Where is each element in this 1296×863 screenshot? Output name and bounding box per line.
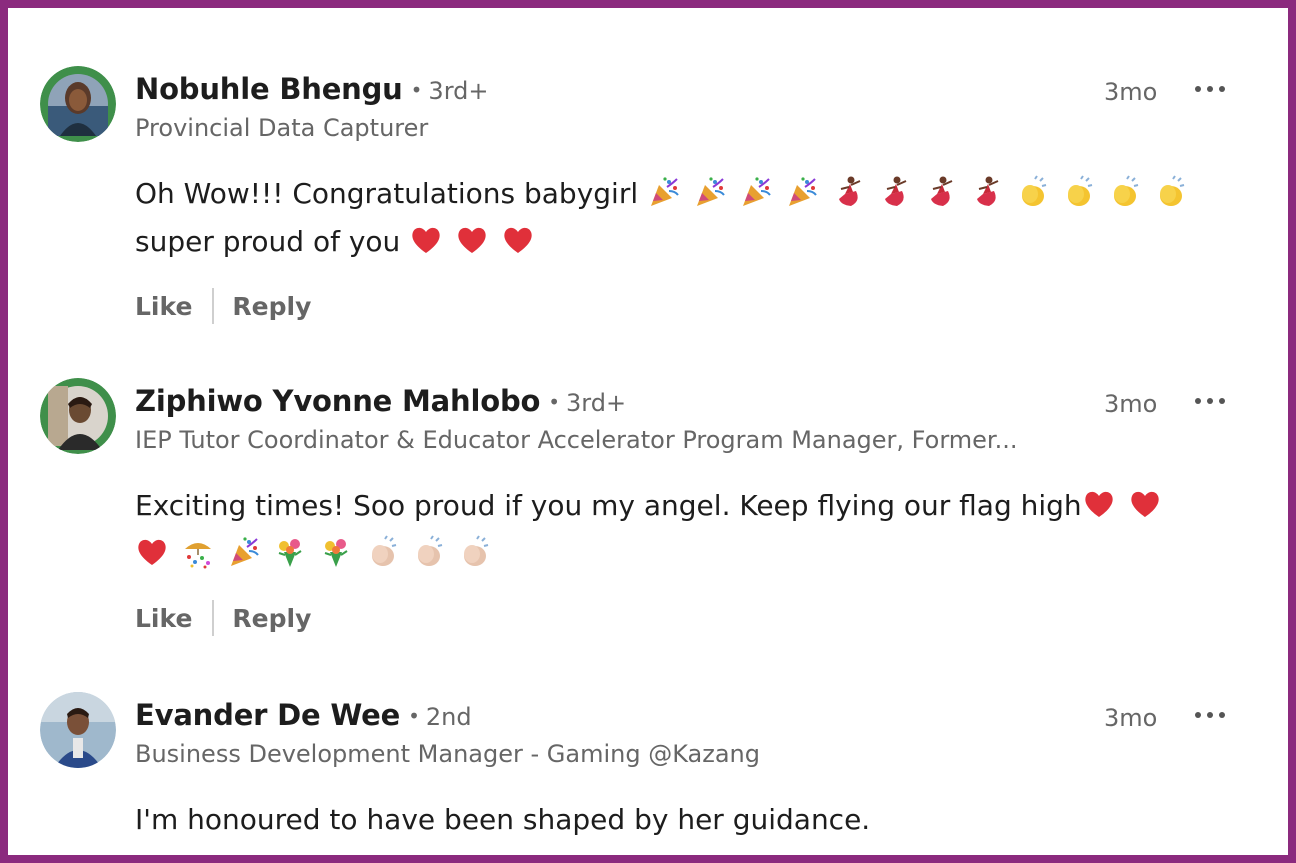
more-options-icon[interactable] [1191, 386, 1229, 416]
bouquet-icon [273, 535, 310, 569]
comment-timestamp: 3mo [1104, 390, 1158, 418]
connection-degree: • 3rd+ [548, 389, 627, 417]
commenter-headline: Business Development Manager - Gaming @K… [135, 740, 760, 768]
connection-degree: • 2nd [408, 703, 472, 731]
avatar[interactable] [40, 378, 116, 454]
clap-light-icon [411, 535, 448, 569]
bouquet-icon [319, 535, 356, 569]
heart-icon [135, 535, 172, 569]
comment-text: I'm honoured to have been shaped by her … [135, 803, 871, 836]
heart-icon [1128, 487, 1165, 521]
commenter-headline: IEP Tutor Coordinator & Educator Acceler… [135, 426, 1018, 454]
clap-light-icon [365, 535, 402, 569]
heart-icon [1082, 487, 1119, 521]
comment-timestamp: 3mo [1104, 78, 1158, 106]
clap-icon [1015, 175, 1052, 209]
party-popper-icon [739, 175, 776, 209]
comment-text: Exciting times! Soo proud if you my ange… [135, 482, 1225, 578]
commenter-name[interactable]: Nobuhle Bhengu [135, 72, 403, 106]
dancer-icon [831, 175, 868, 209]
comment-timestamp: 3mo [1104, 704, 1158, 732]
confetti-ball-icon [181, 535, 218, 569]
comment-text: Oh Wow!!! Congratulations babygirl super… [135, 170, 1225, 266]
party-popper-icon [227, 535, 264, 569]
party-popper-icon [693, 175, 730, 209]
divider [212, 288, 215, 324]
more-options-icon[interactable] [1191, 74, 1229, 104]
heart-icon [501, 223, 538, 257]
clap-light-icon [457, 535, 494, 569]
commenter-headline: Provincial Data Capturer [135, 114, 429, 142]
heart-icon [455, 223, 492, 257]
dancer-icon [877, 175, 914, 209]
more-options-icon[interactable] [1191, 700, 1229, 730]
comments-frame: Nobuhle Bhengu • 3rd+ Provincial Data Capt… [0, 0, 1296, 863]
commenter-name[interactable]: Ziphiwo Yvonne Mahlobo [135, 384, 540, 418]
party-popper-icon [647, 175, 684, 209]
like-button[interactable]: Like [135, 604, 192, 633]
reply-button[interactable]: Reply [232, 604, 311, 633]
party-popper-icon [785, 175, 822, 209]
heart-icon [409, 223, 446, 257]
connection-degree: • 3rd+ [410, 77, 489, 105]
clap-icon [1107, 175, 1144, 209]
clap-icon [1061, 175, 1098, 209]
reply-button[interactable]: Reply [232, 292, 311, 321]
avatar[interactable] [40, 66, 116, 142]
avatar[interactable] [40, 692, 116, 768]
dancer-icon [923, 175, 960, 209]
commenter-name[interactable]: Evander De Wee [135, 698, 400, 732]
like-button[interactable]: Like [135, 292, 192, 321]
clap-icon [1153, 175, 1190, 209]
divider [212, 600, 215, 636]
dancer-icon [969, 175, 1006, 209]
